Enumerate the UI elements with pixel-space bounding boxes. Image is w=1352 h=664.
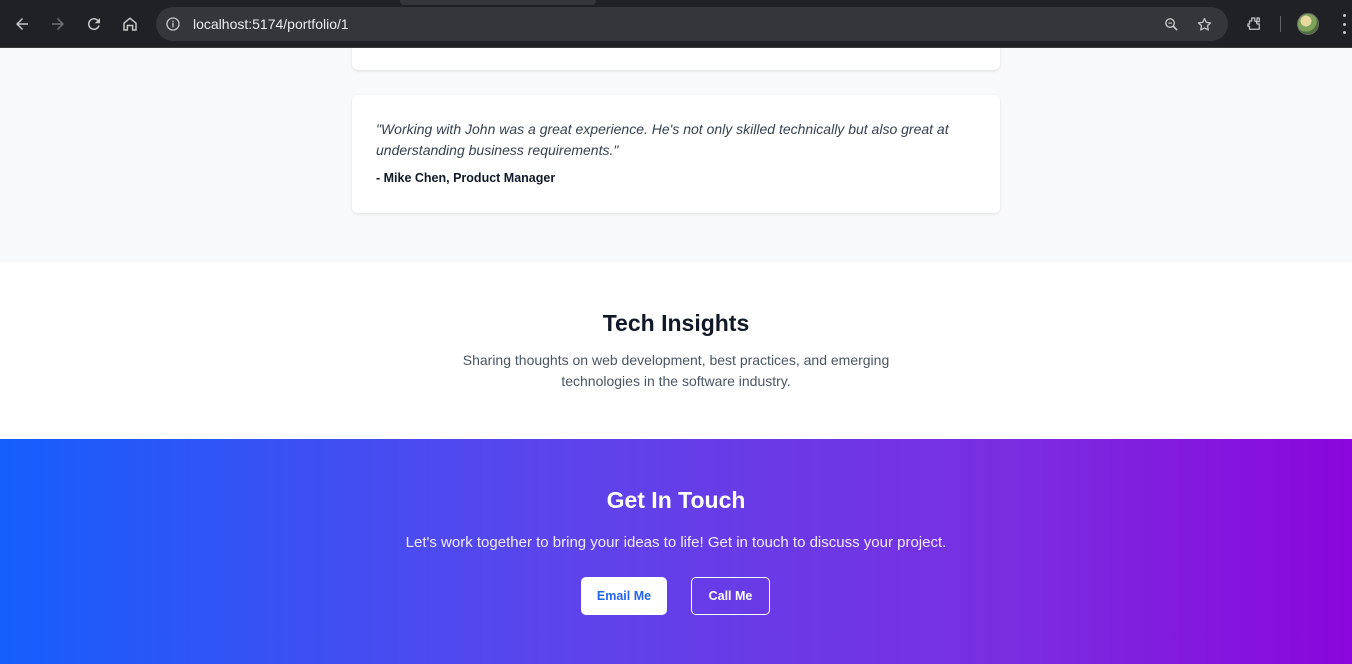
call-me-button[interactable]: Call Me <box>691 577 770 615</box>
forward-icon[interactable] <box>45 11 71 37</box>
home-icon[interactable] <box>117 11 143 37</box>
testimonial-quote: "Working with John was a great experienc… <box>376 121 949 158</box>
tech-insights-section: Tech Insights Sharing thoughts on web de… <box>0 262 1352 439</box>
active-tab-edge <box>400 0 596 5</box>
testimonials-section: "Working with John was a great experienc… <box>0 48 1352 262</box>
menu-icon[interactable] <box>1336 14 1352 34</box>
email-me-button[interactable]: Email Me <box>581 577 667 615</box>
contact-description: Let's work together to bring your ideas … <box>405 534 947 551</box>
back-icon[interactable] <box>9 11 35 37</box>
contact-section: Get In Touch Let's work together to brin… <box>0 439 1352 664</box>
page-content: "Working with John was a great experienc… <box>0 48 1352 664</box>
testimonial-card-previous <box>352 48 1000 70</box>
section-description: Sharing thoughts on web development, bes… <box>462 352 890 389</box>
testimonial-card: "Working with John was a great experienc… <box>352 95 1000 213</box>
browser-toolbar: localhost:5174/portfolio/1 <box>0 0 1352 48</box>
site-info-icon[interactable] <box>164 15 182 33</box>
bookmark-star-icon[interactable] <box>1195 15 1213 33</box>
zoom-icon[interactable] <box>1162 15 1180 33</box>
address-bar[interactable]: localhost:5174/portfolio/1 <box>156 7 1228 41</box>
profile-avatar[interactable] <box>1297 13 1319 35</box>
testimonial-author: - Mike Chen, Product Manager <box>376 171 556 185</box>
url-text[interactable]: localhost:5174/portfolio/1 <box>193 16 349 32</box>
extensions-icon[interactable] <box>1241 11 1267 37</box>
toolbar-divider <box>1280 16 1281 32</box>
reload-icon[interactable] <box>81 11 107 37</box>
contact-title: Get In Touch <box>606 487 746 513</box>
section-title: Tech Insights <box>602 310 750 336</box>
